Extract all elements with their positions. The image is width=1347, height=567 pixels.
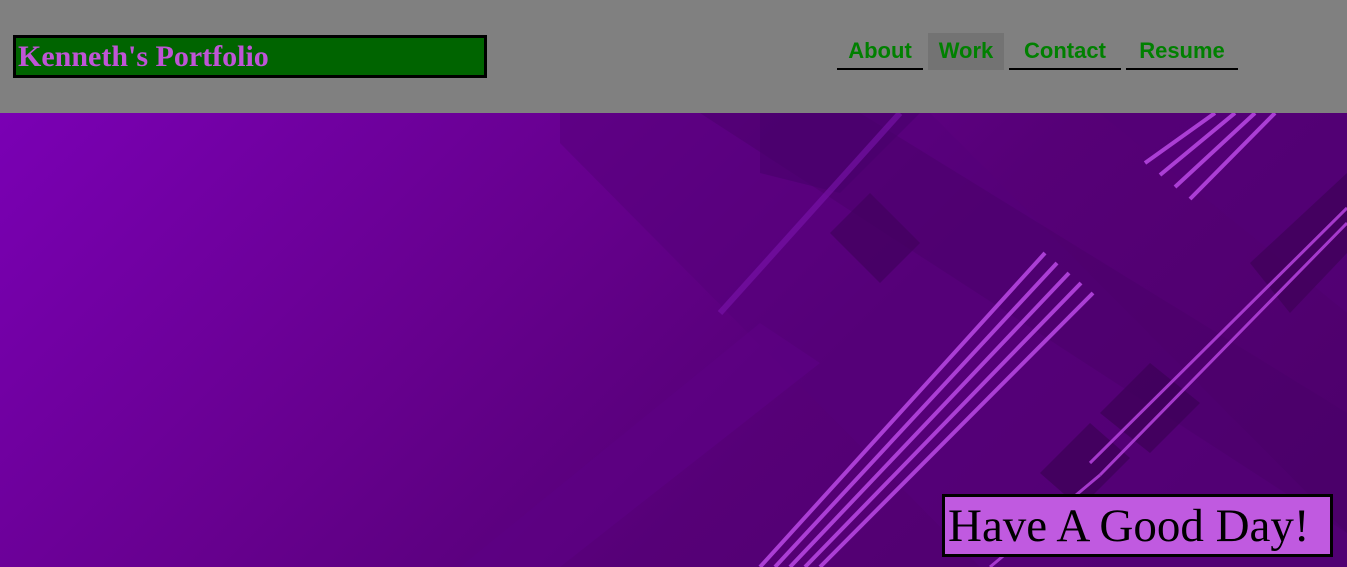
nav-link-about[interactable]: About	[837, 33, 923, 70]
nav-link-contact[interactable]: Contact	[1009, 33, 1121, 70]
site-logo[interactable]: Kenneth's Portfolio	[13, 35, 487, 78]
site-logo-text: Kenneth's Portfolio	[18, 40, 269, 73]
nav-link-work[interactable]: Work	[928, 33, 1004, 70]
greeting-banner: Have A Good Day!	[942, 494, 1333, 557]
nav-link-resume[interactable]: Resume	[1126, 33, 1238, 70]
site-header: Kenneth's Portfolio About Work Contact R…	[0, 0, 1347, 113]
greeting-text: Have A Good Day!	[948, 500, 1310, 552]
